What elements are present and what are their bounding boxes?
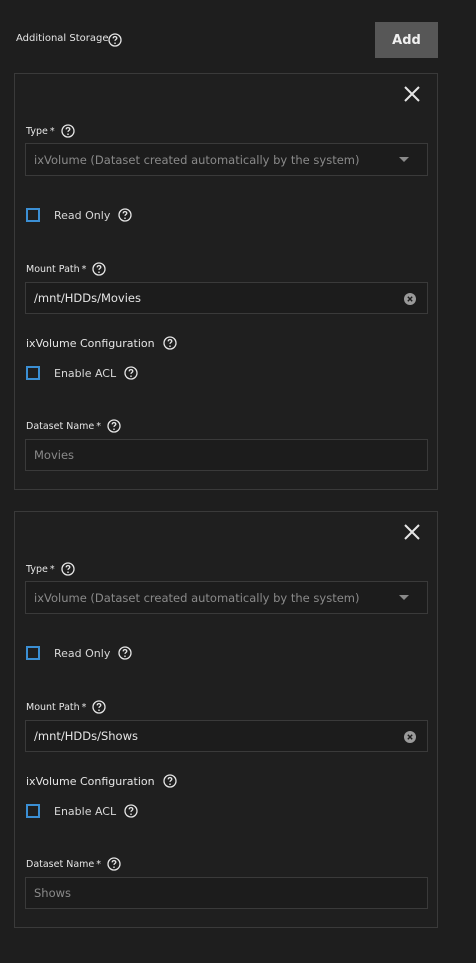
help-icon[interactable] bbox=[60, 124, 75, 138]
help-icon[interactable] bbox=[92, 700, 107, 714]
additional-storage-header: Additional Storage Add bbox=[16, 22, 438, 58]
read-only-label: Read Only bbox=[54, 646, 111, 660]
help-icon[interactable] bbox=[92, 262, 107, 276]
mount-path-label: Mount Path * bbox=[26, 262, 107, 276]
help-icon[interactable] bbox=[124, 804, 138, 818]
mount-path-value: /mnt/HDDs/Movies bbox=[34, 291, 141, 305]
add-button[interactable]: Add bbox=[375, 22, 438, 58]
read-only-row: Read Only bbox=[26, 208, 132, 222]
mount-path-label: Mount Path * bbox=[26, 700, 107, 714]
help-icon[interactable] bbox=[118, 208, 132, 222]
storage-card: Type * ixVolume (Dataset created automati… bbox=[14, 511, 438, 928]
help-icon[interactable] bbox=[60, 562, 75, 576]
type-select[interactable]: ixVolume (Dataset created automatically … bbox=[25, 143, 428, 176]
type-select-value: ixVolume (Dataset created automatically … bbox=[34, 152, 360, 167]
chevron-down-icon bbox=[399, 157, 409, 162]
close-icon[interactable] bbox=[403, 85, 421, 103]
dataset-name-input[interactable]: Shows bbox=[25, 877, 428, 909]
dataset-name-input[interactable]: Movies bbox=[25, 439, 428, 471]
read-only-checkbox[interactable] bbox=[26, 208, 40, 222]
help-icon[interactable] bbox=[107, 857, 121, 871]
enable-acl-row: Enable ACL bbox=[26, 804, 138, 818]
help-icon[interactable] bbox=[124, 366, 138, 380]
mount-path-value: /mnt/HDDs/Shows bbox=[34, 729, 138, 743]
storage-card: Type * ixVolume (Dataset created automati… bbox=[14, 73, 438, 490]
help-icon[interactable] bbox=[118, 646, 132, 660]
type-select[interactable]: ixVolume (Dataset created automatically … bbox=[25, 581, 428, 614]
ixvolume-config-title: ixVolume Configuration bbox=[26, 774, 177, 788]
read-only-label: Read Only bbox=[54, 208, 111, 222]
enable-acl-row: Enable ACL bbox=[26, 366, 138, 380]
read-only-checkbox[interactable] bbox=[26, 646, 40, 660]
chevron-down-icon bbox=[399, 595, 409, 600]
mount-path-input[interactable]: /mnt/HDDs/Movies bbox=[25, 282, 428, 314]
dataset-name-label: Dataset Name * bbox=[26, 857, 121, 871]
type-select-value: ixVolume (Dataset created automatically … bbox=[34, 590, 360, 605]
close-icon[interactable] bbox=[403, 523, 421, 541]
dataset-name-value: Movies bbox=[34, 448, 75, 462]
type-label: Type * bbox=[26, 124, 75, 138]
help-icon[interactable] bbox=[162, 336, 177, 350]
enable-acl-label: Enable ACL bbox=[54, 804, 117, 818]
clear-icon[interactable] bbox=[404, 293, 416, 305]
dataset-name-label: Dataset Name * bbox=[26, 419, 121, 433]
enable-acl-label: Enable ACL bbox=[54, 366, 117, 380]
enable-acl-checkbox[interactable] bbox=[26, 366, 40, 380]
type-label: Type * bbox=[26, 562, 75, 576]
help-icon[interactable] bbox=[162, 774, 177, 788]
dataset-name-value: Shows bbox=[34, 886, 72, 900]
help-icon[interactable] bbox=[108, 33, 122, 47]
read-only-row: Read Only bbox=[26, 646, 132, 660]
ixvolume-config-title: ixVolume Configuration bbox=[26, 336, 177, 350]
help-icon[interactable] bbox=[107, 419, 121, 433]
section-title: Additional Storage bbox=[16, 33, 109, 44]
clear-icon[interactable] bbox=[404, 731, 416, 743]
mount-path-input[interactable]: /mnt/HDDs/Shows bbox=[25, 720, 428, 752]
enable-acl-checkbox[interactable] bbox=[26, 804, 40, 818]
